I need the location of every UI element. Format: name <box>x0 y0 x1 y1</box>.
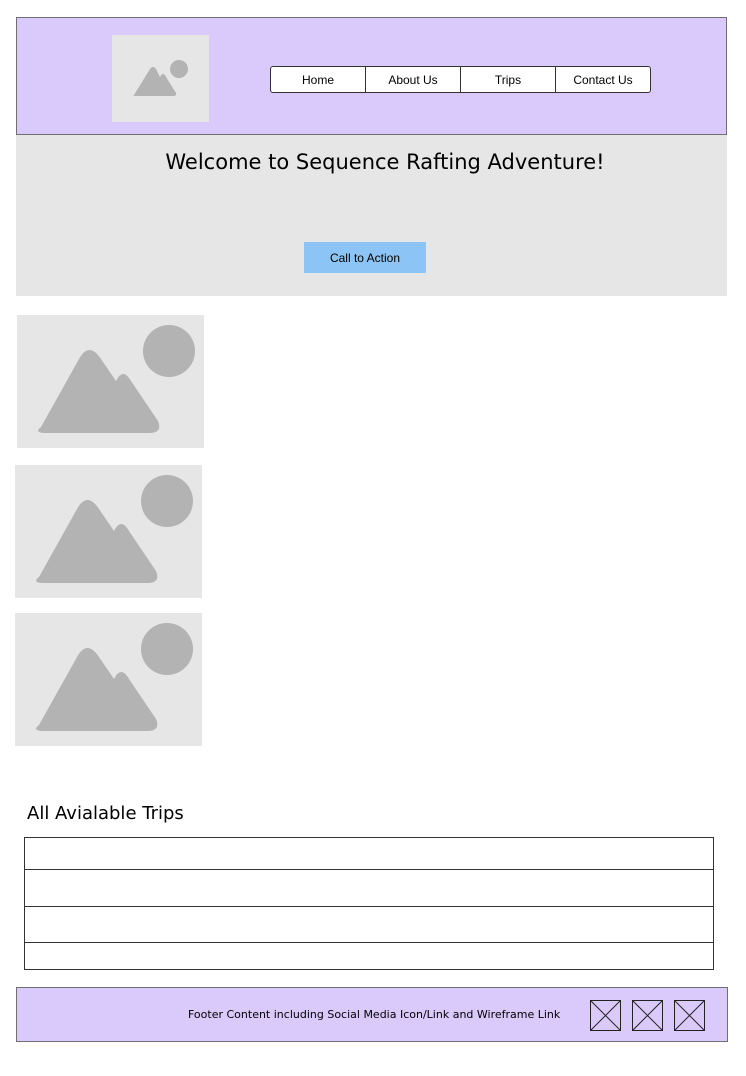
trip-row[interactable] <box>25 906 713 943</box>
nav-contact-us[interactable]: Contact Us <box>556 67 650 92</box>
hero-title: Welcome to Sequence Rafting Adventure! <box>165 150 605 174</box>
trips-table <box>24 837 714 970</box>
gallery-image-1-placeholder-icon <box>17 315 204 448</box>
gallery-image-3-placeholder-icon <box>15 613 202 746</box>
nav-about-us[interactable]: About Us <box>366 67 461 92</box>
trip-row[interactable] <box>25 869 713 907</box>
social-placeholder-icon[interactable] <box>674 1000 705 1031</box>
nav-trips[interactable]: Trips <box>461 67 556 92</box>
trips-section-title: All Avialable Trips <box>27 803 184 824</box>
nav-home[interactable]: Home <box>271 67 366 92</box>
main-nav: Home About Us Trips Contact Us <box>270 66 651 93</box>
social-placeholder-icon[interactable] <box>590 1000 621 1031</box>
trip-row[interactable] <box>25 838 713 870</box>
social-placeholder-icon[interactable] <box>632 1000 663 1031</box>
gallery-image-2-placeholder-icon <box>15 465 202 598</box>
logo-image-placeholder-icon[interactable] <box>112 35 209 122</box>
call-to-action-button[interactable]: Call to Action <box>304 242 426 273</box>
footer-text: Footer Content including Social Media Ic… <box>188 1008 561 1021</box>
trip-row[interactable] <box>25 942 713 969</box>
